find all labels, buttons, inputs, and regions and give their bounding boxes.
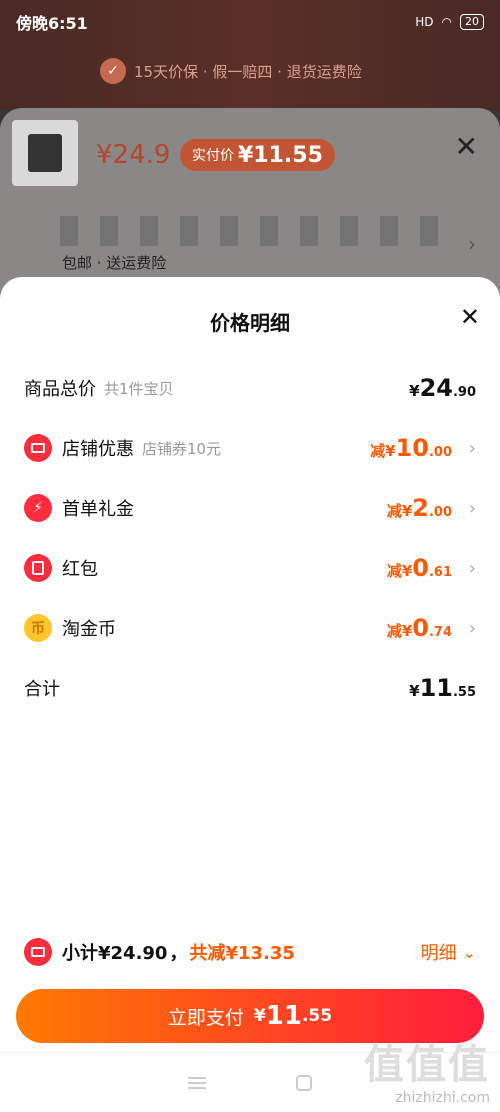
amount-dec: .00 — [428, 445, 452, 460]
real-price-label: 实付价 — [192, 148, 234, 164]
amount-dec: .55 — [452, 685, 476, 700]
row-amount: 减¥ 2.00 — [387, 494, 452, 522]
chevron-right-icon: › — [468, 437, 476, 459]
subtotal-text: 小计¥24.90 — [62, 943, 168, 964]
menu-icon[interactable] — [188, 1076, 206, 1089]
row-red-envelope[interactable]: 红包 减¥ 0.61 › — [24, 548, 476, 588]
amount-int: 10 — [395, 434, 429, 462]
status-icons: HD ◠ 20 — [415, 14, 484, 30]
shield-icon: ✓ — [100, 58, 126, 84]
watermark-url: zhizhizhi.com — [395, 1090, 490, 1106]
row-amount: ¥24.90 — [409, 374, 476, 402]
red-envelope-icon — [24, 554, 52, 582]
amount-int: 24 — [419, 374, 453, 402]
row-sub: 店铺券10元 — [142, 439, 222, 458]
sheet-title: 价格明细 — [210, 311, 290, 335]
row-sub: 共1件宝贝 — [104, 379, 174, 398]
row-grand-total: 合计 ¥11.55 — [24, 668, 476, 708]
amount-prefix: 减¥ — [386, 502, 413, 520]
row-label: 合计 — [24, 679, 60, 700]
row-label: 首单礼金 — [62, 499, 134, 520]
amount-prefix: 减¥ — [386, 562, 413, 580]
amount-int: 11 — [419, 674, 453, 702]
pay-label: 立即支付 — [167, 1006, 244, 1029]
row-first-order-gift[interactable]: ⚡ 首单礼金 减¥ 2.00 › — [24, 488, 476, 528]
wifi-icon: ◠ — [441, 15, 452, 29]
summary-separator: ， — [169, 943, 188, 964]
amount-dec: .61 — [428, 565, 452, 580]
pay-prefix: ¥ — [253, 1006, 266, 1026]
watermark: 值值值 zhizhizhi.com — [364, 1032, 490, 1106]
amount-prefix: ¥ — [409, 682, 420, 700]
insure-text: 包邮 · 送运费险 — [62, 254, 167, 272]
battery-icon: 20 — [460, 14, 484, 30]
amount-prefix: 减¥ — [370, 442, 396, 460]
shop-icon — [24, 434, 52, 462]
row-amount: 减¥ 10.00 — [370, 434, 452, 462]
row-label: 商品总价 — [24, 379, 96, 400]
detail-label: 明细 — [420, 943, 457, 964]
status-bar: 傍晚6:51 HD ◠ 20 — [0, 0, 500, 44]
row-label: 红包 — [62, 559, 98, 580]
chevron-right-icon: › — [468, 557, 476, 579]
chevron-right-icon: › — [468, 497, 476, 519]
amount-int: 2 — [412, 494, 429, 522]
background-close-icon: ✕ — [454, 130, 478, 163]
pay-dec: .55 — [301, 1006, 333, 1026]
bolt-icon: ⚡ — [24, 494, 52, 522]
row-label: 淘金币 — [62, 619, 116, 640]
product-thumbnail — [12, 120, 78, 186]
amount-dec: .74 — [428, 625, 452, 640]
amount-prefix: ¥ — [409, 382, 420, 400]
saved-total-text: 共减¥13.35 — [189, 943, 295, 964]
row-label: 店铺优惠 — [62, 439, 134, 460]
amount-int: 0 — [412, 614, 429, 642]
pay-int: 11 — [265, 1001, 302, 1031]
watermark-logo: 值值值 — [364, 1042, 490, 1088]
background-chevron-icon: › — [468, 232, 476, 256]
row-amount: 减¥ 0.74 — [387, 614, 452, 642]
row-amount: 减¥ 0.61 — [387, 554, 452, 582]
background-price: ¥24.9 — [96, 140, 171, 170]
detail-toggle-button[interactable]: 明细 ⌄ — [421, 939, 476, 965]
amount-dec: .90 — [452, 385, 476, 400]
amount-prefix: 减¥ — [386, 622, 413, 640]
price-detail-sheet: 价格明细 ✕ 商品总价 共1件宝贝 ¥24.90 店铺优惠 店铺券10元 减¥ 1… — [0, 277, 500, 1112]
amount-int: 0 — [412, 554, 429, 582]
ticket-icon — [24, 938, 52, 966]
row-shop-discount[interactable]: 店铺优惠 店铺券10元 减¥ 10.00 › — [24, 428, 476, 468]
status-time: 傍晚6:51 — [16, 14, 88, 33]
blurred-address — [60, 216, 440, 246]
summary-bar: 小计¥24.90 ， 共减¥13.35 明细 ⌄ — [24, 934, 476, 970]
chevron-down-icon: ⌄ — [462, 942, 476, 962]
coin-icon: 币 — [24, 614, 52, 642]
real-price-value: ¥11.55 — [238, 142, 323, 168]
signal-icon: HD — [415, 15, 434, 29]
real-price-badge: 实付价 ¥11.55 — [180, 139, 335, 171]
row-taobao-coin[interactable]: 币 淘金币 减¥ 0.74 › — [24, 608, 476, 648]
guarantee-banner: ✓ 15天价保 · 假一赔四 · 退货运费险 — [100, 58, 362, 84]
row-total-price: 商品总价 共1件宝贝 ¥24.90 — [24, 368, 476, 408]
row-amount: ¥11.55 — [409, 674, 476, 702]
close-icon[interactable]: ✕ — [460, 303, 480, 331]
chevron-right-icon: › — [468, 617, 476, 639]
home-icon[interactable] — [296, 1074, 312, 1091]
amount-dec: .00 — [428, 505, 452, 520]
guarantee-text: 15天价保 · 假一赔四 · 退货运费险 — [134, 62, 362, 81]
